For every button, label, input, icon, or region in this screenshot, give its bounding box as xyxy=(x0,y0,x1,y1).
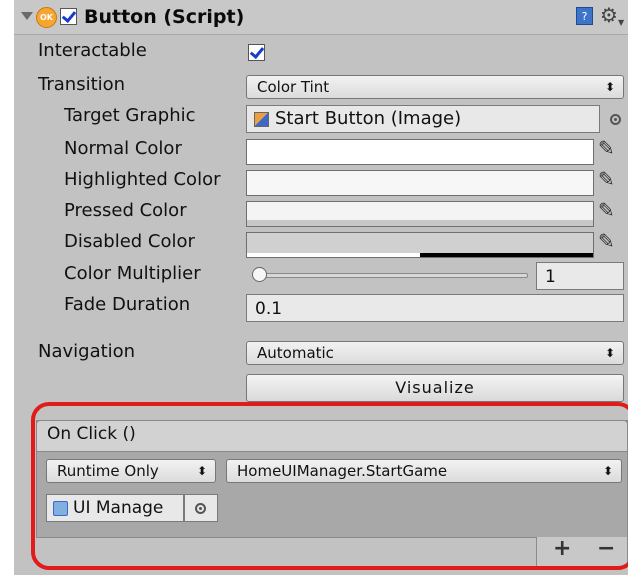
foldout-arrow-icon[interactable] xyxy=(21,12,33,20)
gear-icon[interactable]: ⚙ xyxy=(600,3,618,27)
object-picker-icon[interactable] xyxy=(610,114,621,125)
normal-color-label: Normal Color xyxy=(64,138,182,159)
eyedropper-icon[interactable]: ✎ xyxy=(598,136,615,160)
color-multiplier-label: Color Multiplier xyxy=(64,263,201,284)
pressed-color-swatch[interactable] xyxy=(246,201,594,227)
eyedropper-icon[interactable]: ✎ xyxy=(598,229,615,253)
help-book-icon[interactable]: ? xyxy=(576,7,593,25)
eyedropper-icon[interactable]: ✎ xyxy=(598,198,615,222)
eyedropper-icon[interactable]: ✎ xyxy=(598,167,615,191)
pressed-color-label: Pressed Color xyxy=(64,200,187,221)
alpha-bar-white xyxy=(247,253,420,257)
highlighted-color-label: Highlighted Color xyxy=(64,169,221,190)
dropdown-arrow-icon: ⬍ xyxy=(604,346,615,360)
interactable-checkbox[interactable] xyxy=(248,44,265,61)
component-title: Button (Script) xyxy=(84,6,245,28)
target-graphic-value: Start Button (Image) xyxy=(275,108,462,129)
target-graphic-field[interactable]: Start Button (Image) xyxy=(246,105,600,133)
disabled-color-label: Disabled Color xyxy=(64,231,195,252)
transition-label: Transition xyxy=(38,74,126,95)
target-graphic-label: Target Graphic xyxy=(64,105,196,126)
transition-dropdown[interactable]: Color Tint ⬍ xyxy=(246,75,624,99)
color-multiplier-input[interactable]: 1 xyxy=(536,262,624,290)
gear-caret-icon[interactable]: ▼ xyxy=(618,18,624,27)
alpha-bar-black xyxy=(420,253,593,257)
fade-duration-input[interactable]: 0.1 xyxy=(246,294,624,322)
navigation-value: Automatic xyxy=(257,344,334,362)
interactable-label: Interactable xyxy=(38,40,147,61)
disabled-color-swatch[interactable] xyxy=(246,232,594,258)
highlighted-color-swatch[interactable] xyxy=(246,170,594,196)
dropdown-arrow-icon: ⬍ xyxy=(604,80,615,94)
fade-duration-label: Fade Duration xyxy=(64,294,191,315)
color-multiplier-slider-knob[interactable] xyxy=(252,267,267,282)
script-component-icon: OK xyxy=(36,7,57,28)
normal-color-swatch[interactable] xyxy=(246,139,594,165)
red-highlight-annotation xyxy=(31,402,628,570)
navigation-label: Navigation xyxy=(38,341,136,362)
component-enabled-checkbox[interactable] xyxy=(60,8,77,25)
visualize-button[interactable]: Visualize xyxy=(246,374,624,402)
inspector-panel: OK Button (Script) ? ⚙ ▼ Interactable Tr… xyxy=(14,0,628,575)
transition-value: Color Tint xyxy=(257,78,330,96)
navigation-dropdown[interactable]: Automatic ⬍ xyxy=(246,341,624,365)
color-multiplier-slider-track[interactable] xyxy=(258,273,528,278)
component-header[interactable]: OK Button (Script) ? ⚙ ▼ xyxy=(14,0,628,35)
image-component-icon xyxy=(254,112,269,127)
